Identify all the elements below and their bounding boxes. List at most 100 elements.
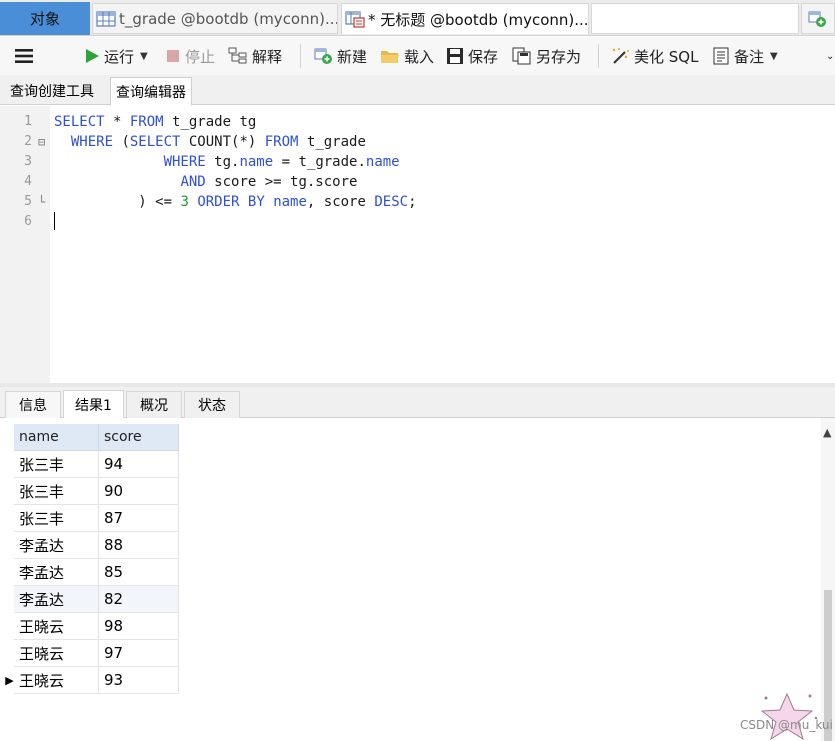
tab-query-builder[interactable]: 查询创建工具	[5, 77, 99, 105]
load-button[interactable]: 载入	[380, 37, 434, 75]
new-icon	[314, 48, 332, 64]
code-line: WHERE tg.name = t_grade.name	[54, 152, 400, 172]
query-icon	[345, 11, 365, 28]
sql-keyword: FROM	[264, 134, 299, 150]
stop-button[interactable]: 停止	[165, 37, 215, 75]
sql-text: tg.	[205, 154, 240, 170]
sql-keyword: WHERE	[70, 134, 114, 150]
load-label: 载入	[404, 47, 435, 66]
cell-name[interactable]: 王晓云	[14, 640, 99, 667]
sql-text: score >= tg.score	[205, 174, 358, 190]
cell-score[interactable]: 93	[99, 667, 179, 694]
tab-blank[interactable]	[591, 3, 799, 34]
toolbar-overflow-button[interactable]: ⌄	[826, 37, 834, 75]
cell-score[interactable]: 87	[99, 505, 179, 532]
beautify-sql-label: 美化 SQL	[634, 47, 699, 66]
beautify-sql-button[interactable]: 美化 SQL	[610, 37, 698, 75]
sql-text: ) <=	[54, 194, 181, 210]
cell-name[interactable]: 张三丰	[14, 478, 99, 505]
table-icon	[96, 10, 116, 27]
cell-name[interactable]: 王晓云	[14, 613, 99, 640]
code-line: ) <= 3 ORDER BY name, score DESC;	[54, 192, 416, 212]
new-query-tab-button[interactable]	[801, 3, 835, 34]
query-toolbar: 运行 ▼ 停止 解释 新建 载入 保存 另存为 美化 SQL 备注 ▼ ⌄	[0, 37, 835, 75]
tab-query-editor-label: 查询编辑器	[116, 84, 186, 101]
sql-text: *	[104, 114, 130, 130]
code-line: SELECT * FROM t_grade tg	[54, 112, 256, 132]
tab-query-builder-label: 查询创建工具	[10, 84, 94, 100]
save-button[interactable]: 保存	[446, 37, 498, 75]
hamburger-menu-icon	[15, 49, 33, 63]
cell-score[interactable]: 88	[99, 532, 179, 559]
text-cursor	[54, 212, 55, 230]
tab-table-label: t_grade @bootdb (myconn)...	[119, 9, 338, 28]
cell-name[interactable]: 李孟达	[14, 532, 99, 559]
watermark: CSDN @mu_kui	[740, 718, 833, 732]
cell-score[interactable]: 98	[99, 613, 179, 640]
run-button[interactable]: 运行 ▼	[84, 37, 148, 75]
line-number: 5	[24, 194, 32, 209]
scroll-up-icon[interactable]: ▲	[823, 426, 831, 439]
cell-name[interactable]: 王晓云	[14, 667, 99, 694]
fold-marker-icon[interactable]: └	[38, 192, 45, 212]
result-tabs: 信息 结果1 概况 状态	[0, 387, 835, 418]
code-line: WHERE (SELECT COUNT(*) FROM t_grade	[54, 132, 366, 152]
tab-overview[interactable]: 概况	[126, 391, 182, 418]
column-header-score[interactable]: score	[99, 424, 179, 451]
line-number: 2	[24, 134, 32, 149]
sql-text: COUNT(*)	[180, 134, 265, 150]
code-line: AND score >= tg.score	[54, 172, 357, 192]
cell-score[interactable]: 97	[99, 640, 179, 667]
vertical-scrollbar[interactable]: ▲	[821, 418, 835, 741]
column-header-name[interactable]: name	[14, 424, 99, 451]
explain-button[interactable]: 解释	[228, 37, 282, 75]
cell-name[interactable]: 张三丰	[14, 505, 99, 532]
run-dropdown-icon[interactable]: ▼	[140, 51, 148, 62]
line-number: 4	[24, 174, 32, 189]
sql-keyword: SELECT	[129, 134, 181, 150]
line-number: 6	[24, 214, 32, 229]
sql-editor[interactable]: 1 SELECT * FROM t_grade tg 2 ⊟ WHERE (SELEC…	[0, 106, 835, 383]
result-grid[interactable]: name score 张三丰 94 张三丰 90 张三丰 87 李孟达 88 李孟达 85 李孟达 8…	[0, 418, 835, 741]
tab-table-t-grade[interactable]: t_grade @bootdb (myconn)...	[92, 3, 338, 34]
new-query-button[interactable]: 新建	[313, 37, 367, 75]
sql-field: name	[365, 154, 400, 170]
chevron-overflow-icon: ⌄	[826, 50, 835, 62]
tab-overview-label: 概况	[140, 398, 168, 414]
line-number: 3	[24, 154, 32, 169]
save-as-button[interactable]: 另存为	[512, 37, 581, 75]
sql-field: name	[273, 194, 307, 210]
sql-keyword: WHERE	[163, 154, 206, 170]
tab-query-editor[interactable]: 查询编辑器	[110, 77, 192, 106]
tab-query-untitled[interactable]: * 无标题 @bootdb (myconn)...	[341, 3, 589, 34]
document-tab-strip: 对象 t_grade @bootdb (myconn)... * 无标题 @bo…	[0, 0, 835, 36]
fold-marker-icon[interactable]: ⊟	[38, 132, 45, 152]
sql-text: t_grade	[298, 134, 366, 150]
cell-name[interactable]: 李孟达	[14, 586, 99, 613]
editor-mode-tabs: 查询创建工具 查询编辑器	[0, 75, 835, 106]
tab-result-1[interactable]: 结果1	[63, 390, 124, 418]
cell-name[interactable]: 张三丰	[14, 451, 99, 478]
comment-dropdown-icon[interactable]: ▼	[770, 51, 778, 62]
tab-status[interactable]: 状态	[184, 391, 240, 418]
cell-score[interactable]: 94	[99, 451, 179, 478]
tab-info[interactable]: 信息	[5, 391, 61, 418]
cell-score[interactable]: 82	[99, 586, 179, 613]
sql-number: 3	[180, 194, 189, 210]
star-sticker-icon	[760, 692, 818, 741]
cell-score[interactable]: 85	[99, 559, 179, 586]
comment-button[interactable]: 备注 ▼	[712, 37, 778, 75]
cell-name[interactable]: 李孟达	[14, 559, 99, 586]
tab-objects[interactable]: 对象	[0, 2, 90, 35]
explain-icon	[228, 47, 247, 64]
tab-objects-label: 对象	[29, 10, 60, 28]
cell-score[interactable]: 90	[99, 478, 179, 505]
magic-wand-icon	[612, 48, 629, 64]
folder-icon	[381, 51, 399, 63]
menu-button[interactable]	[14, 37, 38, 75]
sql-field: name	[239, 154, 274, 170]
new-query-icon	[808, 11, 826, 27]
